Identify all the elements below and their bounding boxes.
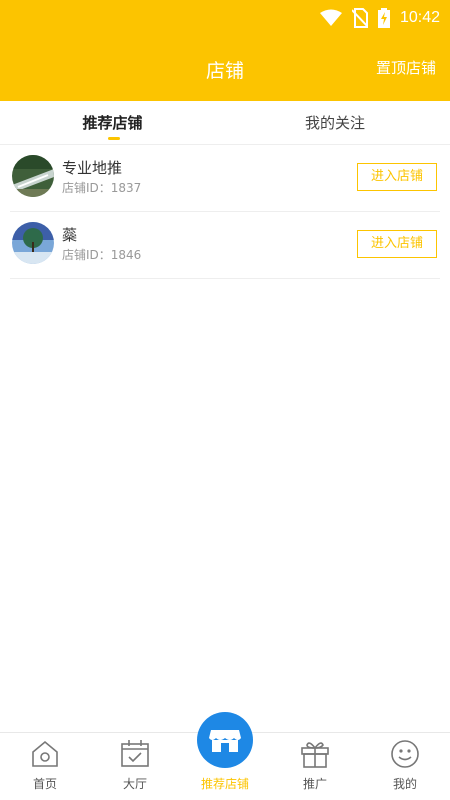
list-item[interactable]: 蘂 店铺ID：1846 进入店铺 [10, 212, 440, 279]
tab-label: 推荐店铺 [82, 114, 143, 132]
enter-store-button[interactable]: 进入店铺 [357, 230, 437, 258]
tab-my-follows[interactable]: 我的关注 [190, 101, 450, 145]
store-icon [209, 730, 241, 752]
gift-icon [301, 742, 329, 768]
status-time: 10:42 [399, 9, 440, 26]
shop-avatar-image [12, 222, 54, 264]
home-icon [32, 740, 58, 767]
tab-label: 我的关注 [304, 114, 365, 132]
no-sim-icon [351, 8, 368, 28]
nav-mine[interactable]: 我的 [360, 733, 450, 800]
shop-list: 专业地推 店铺ID：1837 进入店铺 蘂 店铺ID：1846 进入店铺 [10, 145, 440, 279]
nav-home[interactable]: 首页 [0, 733, 90, 800]
store-fab-button[interactable] [197, 712, 253, 768]
battery-charging-icon [377, 8, 390, 28]
avatar [12, 155, 54, 197]
shop-id: 店铺ID：1837 [62, 181, 142, 195]
status-icons: 10:42 [319, 6, 440, 30]
active-tab-indicator [108, 137, 120, 140]
top-store-button[interactable]: 置顶店铺 [376, 57, 436, 78]
nav-label: 推广 [302, 777, 327, 791]
nav-hall[interactable]: 大厅 [90, 733, 180, 800]
shop-id: 店铺ID：1846 [62, 248, 142, 262]
shop-avatar-image [12, 155, 54, 197]
smile-icon [391, 740, 419, 768]
list-item[interactable]: 专业地推 店铺ID：1837 进入店铺 [10, 145, 440, 212]
avatar [12, 222, 54, 264]
nav-promotion[interactable]: 推广 [270, 733, 360, 800]
shop-name: 专业地推 [62, 159, 123, 177]
nav-label: 我的 [392, 777, 417, 791]
nav-label: 大厅 [122, 777, 147, 791]
nav-label: 推荐店铺 [200, 777, 249, 791]
enter-store-button[interactable]: 进入店铺 [357, 163, 437, 191]
title-bar: 店铺 置顶店铺 [0, 36, 450, 101]
wifi-icon [319, 9, 342, 26]
nav-label: 首页 [32, 777, 57, 791]
hall-icon [121, 740, 149, 767]
shop-name: 蘂 [62, 226, 78, 244]
tab-bar: 推荐店铺 我的关注 [0, 101, 450, 145]
header: 10:42 店铺 置顶店铺 [0, 0, 450, 101]
status-bar: 10:42 [0, 0, 450, 36]
